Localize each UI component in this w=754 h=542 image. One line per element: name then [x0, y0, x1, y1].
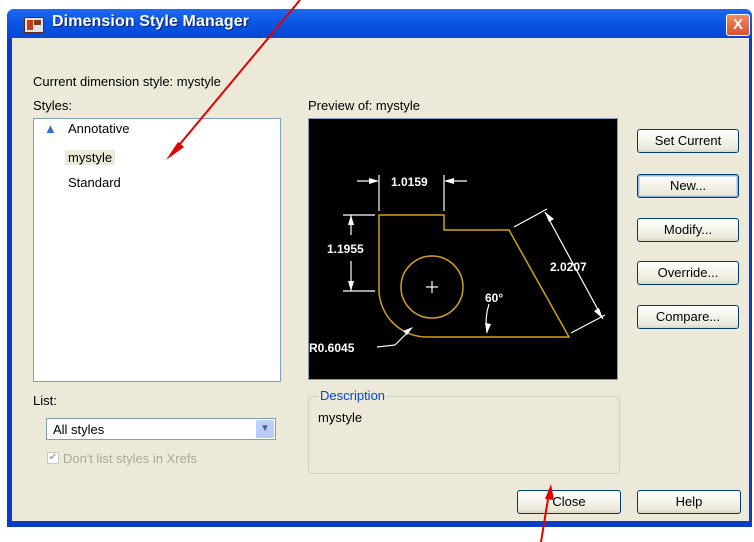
top-annotation-arrow — [174, 0, 301, 151]
top-annotation-arrowhead — [166, 142, 184, 160]
bottom-annotation-arrowhead — [545, 484, 554, 500]
annotation-arrows — [166, 0, 554, 542]
bottom-annotation-arrow — [540, 492, 550, 542]
